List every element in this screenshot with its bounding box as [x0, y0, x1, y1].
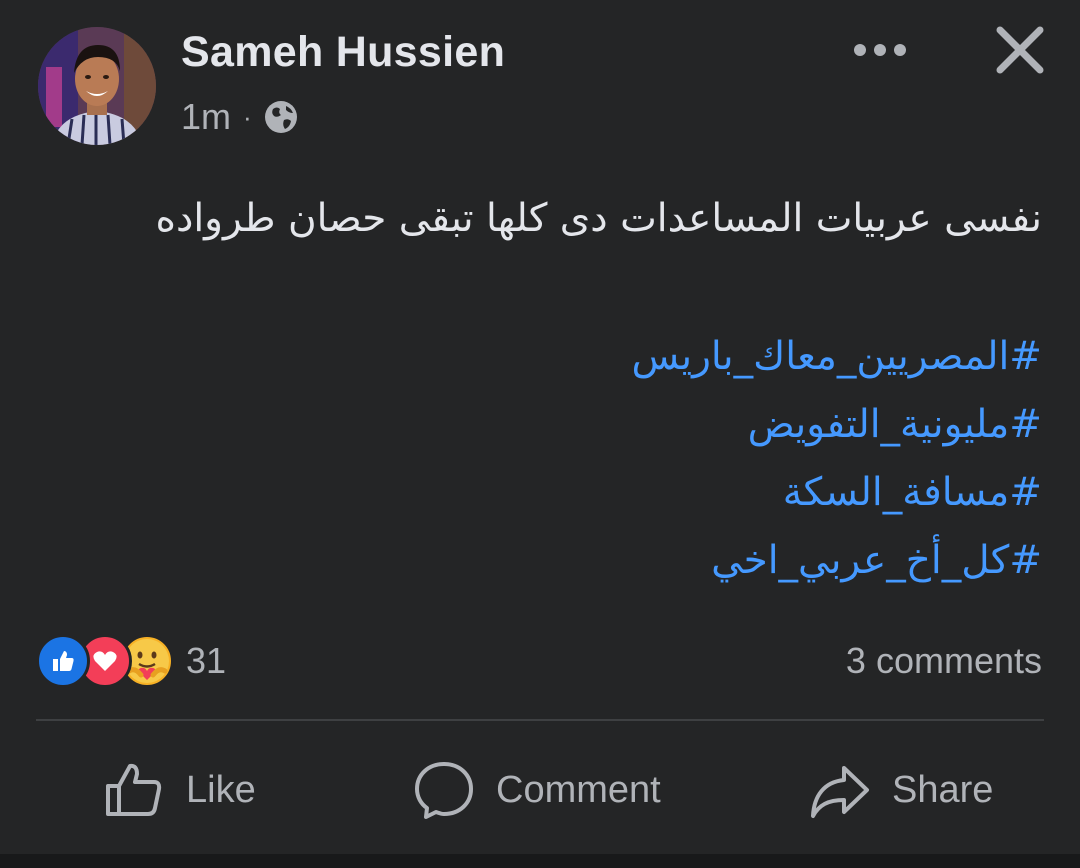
post-time[interactable]: 1m: [181, 96, 231, 138]
hashtag-link[interactable]: #مليونية_التفويض: [42, 395, 1042, 463]
reaction-count: 31: [186, 640, 227, 681]
share-label: Share: [892, 768, 994, 811]
post-card: Sameh Hussien 1m · نفسى عربيات المساعدات…: [0, 0, 1080, 868]
post-body-text: نفسى عربيات المساعدات دى كلها تبقى حصان …: [155, 196, 1042, 241]
close-icon: [996, 26, 1044, 74]
meta-separator: ·: [243, 101, 252, 132]
like-reaction-icon: [36, 634, 90, 688]
bottom-edge: [0, 854, 1080, 868]
avatar[interactable]: [38, 27, 156, 145]
comment-label: Comment: [496, 768, 661, 811]
comments-count[interactable]: 3 comments: [846, 640, 1042, 682]
profile-photo: [38, 27, 156, 145]
like-label: Like: [186, 768, 256, 811]
close-button[interactable]: [994, 24, 1046, 76]
divider: [36, 719, 1044, 721]
share-button[interactable]: Share: [810, 745, 993, 835]
like-button[interactable]: Like: [104, 745, 256, 835]
reactions-summary[interactable]: 31: [36, 634, 226, 688]
hashtag-link[interactable]: #المصريين_معاك_باريس: [42, 327, 1042, 395]
share-arrow-icon: [811, 766, 869, 818]
author-name[interactable]: Sameh Hussien: [181, 28, 505, 77]
comment-bubble-icon: [415, 762, 473, 819]
post-meta: 1m ·: [181, 96, 298, 138]
hashtag-link[interactable]: #كل_أخ_عربي_اخي: [42, 531, 1042, 599]
comment-button[interactable]: Comment: [414, 745, 661, 835]
hashtag-link[interactable]: #مسافة_السكة: [42, 463, 1042, 531]
globe-icon[interactable]: [264, 100, 298, 134]
post-actions: Like Comment Share: [0, 745, 1080, 835]
more-dots-icon: [854, 44, 906, 56]
thumbs-up-icon: [106, 763, 162, 816]
hashtag-list: #المصريين_معاك_باريس #مليونية_التفويض #م…: [42, 327, 1042, 599]
more-options-button[interactable]: [850, 30, 910, 70]
